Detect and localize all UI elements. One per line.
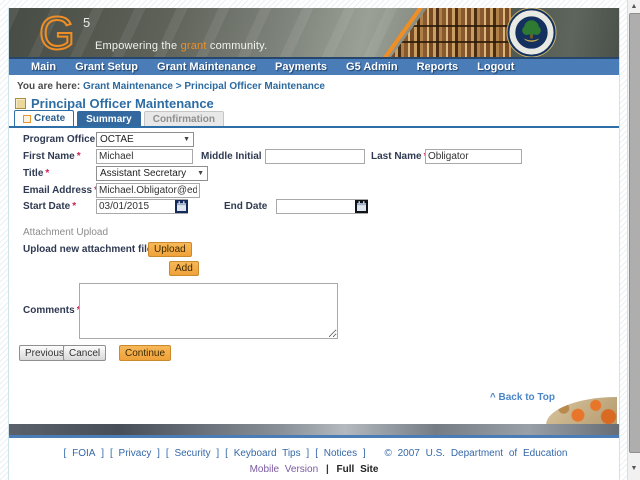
start-date-label: Start Date *: [23, 201, 77, 212]
upload-row: Upload new attachment file:* Upload: [9, 242, 619, 257]
email-input[interactable]: [96, 183, 200, 198]
tagline: Empowering the grant community.: [95, 40, 267, 52]
nav-menu: Main Grant Setup Grant Maintenance Payments…: [31, 59, 514, 75]
email-label: Email Address*: [23, 185, 98, 196]
date-row: Start Date* End Date: [9, 199, 619, 214]
start-date-calendar-icon[interactable]: [175, 200, 188, 213]
footer-link-keyboard-tips[interactable]: [ Keyboard Tips ]: [225, 448, 309, 459]
g5-logo: G: [38, 8, 76, 57]
nav-item-logout[interactable]: Logout: [477, 59, 514, 75]
tagline-highlight: grant: [180, 40, 207, 52]
mobile-version-link[interactable]: Mobile Version: [250, 464, 319, 475]
last-name-input[interactable]: [425, 149, 522, 164]
create-tab-icon: [23, 114, 31, 123]
title-value: Assistant Secretary: [100, 168, 187, 179]
upload-file-label: Upload new attachment file:*: [23, 244, 160, 255]
program-office-select[interactable]: OCTAE ▼: [96, 132, 194, 147]
footer-pipe-separator: |: [325, 464, 329, 475]
upload-button[interactable]: Upload: [148, 242, 192, 257]
first-name-label: First Name *: [23, 151, 81, 162]
footer-divider-bar: [9, 424, 619, 438]
breadcrumb-link-principal-officer-maintenance[interactable]: Principal Officer Maintenance: [184, 81, 325, 92]
tab-bar: Create Summary Confirmation: [9, 110, 619, 128]
middle-initial-label: Middle Initial: [201, 151, 262, 162]
email-row: Email Address*: [9, 183, 619, 198]
comments-label: Comments*: [23, 305, 81, 316]
footer-links: [ FOIA ] [ Privacy ] [ Security ] [ Keyboar…: [61, 448, 369, 459]
last-name-label: Last Name*: [371, 151, 427, 162]
program-office-row: Program Office* OCTAE ▼: [9, 132, 619, 147]
title-row: Title * Assistant Secretary ▼: [9, 166, 619, 181]
footer-version-row: Mobile Version | Full Site: [9, 464, 619, 475]
breadcrumb-link-grant-maintenance[interactable]: Grant Maintenance: [83, 81, 173, 92]
tagline-suffix: community.: [209, 40, 268, 52]
department-of-education-seal-icon: [506, 8, 557, 57]
name-row: First Name* Middle Initial Last Name*: [9, 149, 619, 164]
tab-confirmation[interactable]: Confirmation: [143, 111, 224, 126]
dropdown-arrow-icon: ▼: [183, 136, 190, 143]
vertical-scrollbar: ▲ ▼: [627, 0, 640, 480]
page-title: Principal Officer Maintenance: [15, 96, 214, 111]
first-name-input[interactable]: [96, 149, 193, 164]
end-date-field: [276, 199, 370, 214]
page-content: G 5 Empowering the grant community. Main…: [8, 8, 620, 480]
breadcrumb-prefix: You are here:: [17, 81, 81, 92]
attachment-section-title: Attachment Upload: [23, 227, 109, 238]
program-office-value: OCTAE: [100, 134, 134, 145]
end-date-calendar-icon[interactable]: [355, 200, 368, 213]
nav-item-main[interactable]: Main: [31, 59, 56, 75]
back-to-top-link[interactable]: ^ Back to Top: [490, 392, 555, 403]
continue-button[interactable]: Continue: [119, 345, 172, 361]
program-office-label: Program Office*: [23, 134, 101, 145]
footer-link-privacy[interactable]: [ Privacy ]: [110, 448, 160, 459]
scrollbar-down-arrow-icon[interactable]: ▼: [628, 464, 640, 474]
tab-create-label: Create: [34, 113, 66, 124]
footer-link-foia[interactable]: [ FOIA ]: [64, 448, 104, 459]
classroom-chairs-image: [546, 397, 617, 425]
tab-summary[interactable]: Summary: [77, 111, 141, 126]
breadcrumb: You are here: Grant Maintenance > Princi…: [17, 81, 325, 92]
window-icon: [15, 98, 26, 109]
full-site-link[interactable]: Full Site: [337, 464, 379, 475]
nav-item-reports[interactable]: Reports: [417, 59, 459, 75]
end-date-label: End Date: [224, 201, 268, 212]
footer-link-notices[interactable]: [ Notices ]: [315, 448, 365, 459]
tab-create[interactable]: Create: [14, 110, 75, 126]
title-label: Title *: [23, 168, 50, 179]
comments-textarea[interactable]: [79, 283, 338, 339]
app-header: G 5 Empowering the grant community.: [9, 8, 619, 57]
scrollbar-thumb[interactable]: [629, 13, 640, 453]
nav-item-payments[interactable]: Payments: [275, 59, 327, 75]
nav-item-grant-maintenance[interactable]: Grant Maintenance: [157, 59, 256, 75]
dropdown-arrow-icon: ▼: [197, 170, 204, 177]
copyright-text: © 2007 U.S. Department of Education: [384, 448, 568, 459]
tagline-prefix: Empowering the: [95, 40, 178, 52]
footer-link-security[interactable]: [ Security ]: [166, 448, 219, 459]
middle-initial-input[interactable]: [265, 149, 365, 164]
footer-links-row: [ FOIA ] [ Privacy ] [ Security ] [ Keyboar…: [9, 448, 619, 459]
nav-item-grant-setup[interactable]: Grant Setup: [75, 59, 138, 75]
g5-logo-number: 5: [83, 15, 91, 30]
add-button[interactable]: Add: [169, 261, 199, 276]
start-date-field: [96, 199, 190, 214]
title-select[interactable]: Assistant Secretary ▼: [96, 166, 208, 181]
cancel-button[interactable]: Cancel: [63, 345, 107, 361]
breadcrumb-separator: >: [175, 81, 182, 92]
page-title-text: Principal Officer Maintenance: [31, 96, 214, 111]
main-nav: Main Grant Setup Grant Maintenance Payments…: [9, 57, 619, 75]
nav-item-g5-admin[interactable]: G5 Admin: [346, 59, 398, 75]
scrollbar-up-arrow-icon[interactable]: ▲: [628, 2, 640, 12]
